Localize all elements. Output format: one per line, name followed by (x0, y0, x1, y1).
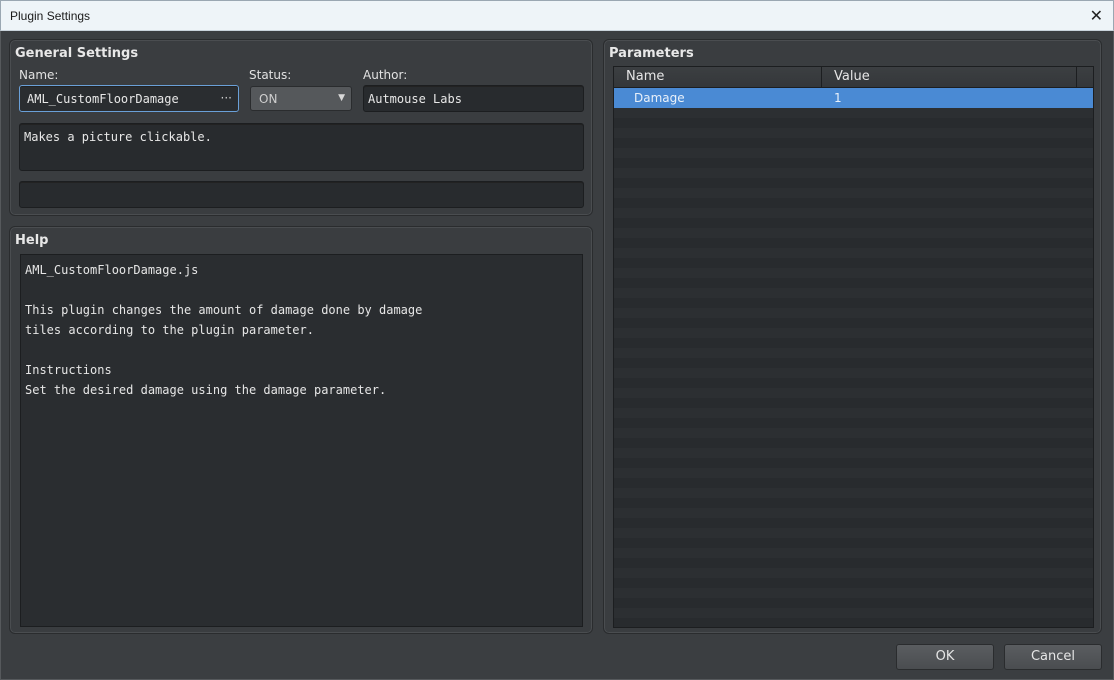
author-value: Autmouse Labs (368, 92, 462, 106)
extra-field[interactable] (19, 181, 584, 208)
ok-button[interactable]: OK (896, 644, 994, 670)
author-field[interactable]: Autmouse Labs (363, 85, 584, 112)
window-title-bar: Plugin Settings ✕ (0, 0, 1114, 31)
name-label: Name: (19, 68, 59, 82)
parameters-title: Parameters (609, 46, 694, 61)
close-icon[interactable]: ✕ (1090, 6, 1103, 25)
name-field[interactable]: AML_CustomFloorDamage ··· (19, 85, 239, 112)
author-label: Author: (363, 68, 408, 82)
more-icon[interactable]: ··· (221, 91, 232, 105)
status-label: Status: (249, 68, 292, 82)
description-text: Makes a picture clickable. (24, 130, 212, 144)
help-text-area[interactable]: AML_CustomFloorDamage.js This plugin cha… (20, 254, 583, 627)
table-row[interactable]: Damage 1 (614, 88, 1093, 108)
help-panel: Help AML_CustomFloorDamage.js This plugi… (9, 226, 593, 634)
window-title: Plugin Settings (10, 9, 91, 23)
general-settings-title: General Settings (15, 46, 139, 61)
description-field[interactable]: Makes a picture clickable. (19, 123, 584, 171)
parameters-table[interactable]: Name Value Damage 1 (613, 66, 1094, 628)
param-value-cell: 1 (834, 91, 842, 105)
table-header: Name Value (614, 67, 1093, 88)
help-title: Help (15, 233, 49, 248)
param-name-cell: Damage (634, 91, 685, 105)
column-header-value[interactable]: Value (822, 67, 1077, 87)
general-settings-panel: General Settings Name: AML_CustomFloorDa… (9, 39, 593, 216)
status-select[interactable]: ON ▼ (250, 86, 352, 111)
cancel-button[interactable]: Cancel (1004, 644, 1102, 670)
chevron-down-icon: ▼ (338, 93, 345, 103)
table-body: Damage 1 (614, 88, 1093, 627)
status-value: ON (259, 92, 278, 106)
column-header-name[interactable]: Name (614, 67, 822, 87)
parameters-panel: Parameters Name Value Damage 1 (603, 39, 1102, 634)
name-value: AML_CustomFloorDamage (27, 92, 179, 106)
